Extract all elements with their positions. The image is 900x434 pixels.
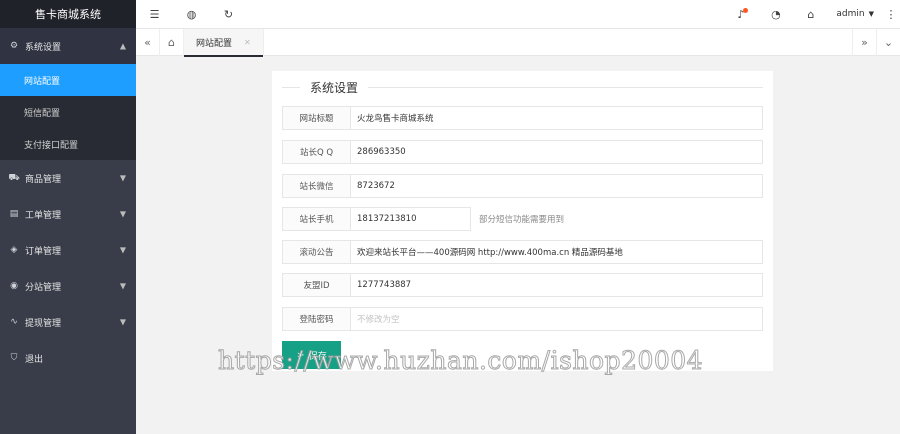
- form-row-announcement: 滚动公告 欢迎来站长平台——400源码网 http://www.400ma.cn…: [282, 240, 763, 264]
- menu-toggle-icon[interactable]: ☰: [136, 0, 173, 29]
- tab-bar-right: » ⌄: [852, 28, 900, 56]
- settings-card: 系统设置 网站标题 火龙鸟售卡商城系统 站长Q Q 286963350 站长微信…: [272, 71, 773, 371]
- globe-icon[interactable]: ◍: [173, 0, 210, 29]
- sidebar-item-sms-config[interactable]: 短信配置: [0, 96, 136, 128]
- ticket-icon: ▤: [9, 209, 19, 219]
- phone-hint: 部分短信功能需要用到: [479, 215, 565, 225]
- sidebar: 售卡商城系统 ⚙ 系统设置 ▲ 网站配置 短信配置 支付接口配置 ⛟ 商品管理 …: [0, 0, 136, 434]
- header-right: ♪ ◔ ⌂ admin ▼ ⋮: [723, 0, 900, 29]
- tabs-scroll-right-icon[interactable]: »: [852, 28, 876, 56]
- field-label: 登陆密码: [282, 307, 351, 331]
- field-label: 友盟ID: [282, 273, 351, 297]
- user-menu[interactable]: admin ▼: [828, 0, 882, 29]
- sidebar-group-tickets[interactable]: ▤ 工单管理 ▼: [0, 196, 136, 232]
- form-row-phone: 站长手机 18137213810 部分短信功能需要用到: [282, 207, 564, 231]
- chevron-up-icon: ▲: [119, 41, 126, 51]
- form-row-wechat: 站长微信 8723672: [282, 174, 763, 198]
- notification-dot: [743, 7, 749, 13]
- field-label: 站长Q Q: [282, 140, 351, 164]
- chevron-down-icon: ▼: [119, 245, 126, 255]
- chevron-down-icon: ▼: [119, 173, 126, 183]
- tag-icon[interactable]: ⌂: [793, 0, 828, 29]
- caret-down-icon: ▼: [868, 10, 874, 18]
- home-icon[interactable]: ⌂: [160, 28, 184, 56]
- sidebar-group-label: 分站管理: [25, 282, 62, 293]
- tabs-scroll-left-icon[interactable]: «: [136, 28, 160, 56]
- sidebar-group-substations[interactable]: ◉ 分站管理 ▼: [0, 268, 136, 304]
- sidebar-submenu-system: 网站配置 短信配置 支付接口配置: [0, 64, 136, 160]
- sidebar-item-label: 退出: [25, 354, 44, 365]
- cart-icon: ⛟: [8, 172, 20, 183]
- order-icon: ◈: [10, 245, 18, 255]
- chevron-down-icon: ▼: [119, 281, 126, 291]
- sidebar-group-label: 系统设置: [25, 42, 62, 53]
- watermark: https://www.huzhan.com/ishop20004: [217, 346, 704, 376]
- field-label: 滚动公告: [282, 240, 351, 264]
- fieldset-legend: 系统设置: [282, 77, 763, 97]
- tabs-dropdown-icon[interactable]: ⌄: [876, 28, 900, 56]
- field-label: 站长微信: [282, 174, 351, 198]
- sidebar-group-products[interactable]: ⛟ 商品管理 ▼: [0, 160, 136, 196]
- announcement-input[interactable]: 欢迎来站长平台——400源码网 http://www.400ma.cn 精品源码…: [351, 240, 763, 264]
- app: 售卡商城系统 ⚙ 系统设置 ▲ 网站配置 短信配置 支付接口配置 ⛟ 商品管理 …: [0, 0, 900, 434]
- sidebar-item-logout[interactable]: ⛉ 退出: [0, 340, 136, 376]
- close-icon[interactable]: ✕: [244, 38, 251, 47]
- dashboard-icon[interactable]: ◔: [758, 0, 793, 29]
- tab-bar: « ⌂ 网站配置 ✕ » ⌄: [136, 28, 900, 57]
- app-logo[interactable]: 售卡商城系统: [0, 0, 136, 28]
- top-header: ☰ ◍ ↻ ♪ ◔ ⌂ admin ▼ ⋮: [136, 0, 900, 29]
- umeng-id-input[interactable]: 1277743887: [351, 273, 763, 297]
- gear-icon: ⚙: [9, 41, 19, 51]
- logout-icon: ⛉: [10, 353, 18, 363]
- sidebar-group-label: 工单管理: [25, 210, 62, 221]
- sidebar-group-label: 订单管理: [25, 246, 62, 257]
- sidebar-item-payment-config[interactable]: 支付接口配置: [0, 128, 136, 160]
- phone-input[interactable]: 18137213810: [351, 207, 471, 231]
- more-vertical-icon[interactable]: ⋮: [882, 8, 900, 21]
- field-label: 网站标题: [282, 106, 351, 130]
- tab-site-config[interactable]: 网站配置 ✕: [184, 28, 264, 57]
- form-row-umeng-id: 友盟ID 1277743887: [282, 273, 763, 297]
- wechat-input[interactable]: 8723672: [351, 174, 763, 198]
- chevron-down-icon: ▼: [119, 317, 126, 327]
- form-row-password: 登陆密码 不修改为空: [282, 307, 763, 331]
- chevron-down-icon: ▼: [119, 209, 126, 219]
- site-title-input[interactable]: 火龙鸟售卡商城系统: [351, 106, 763, 130]
- legend-title: 系统设置: [310, 80, 359, 95]
- sidebar-group-label: 商品管理: [25, 174, 62, 185]
- sidebar-group-withdraw[interactable]: ∿ 提现管理 ▼: [0, 304, 136, 340]
- password-input[interactable]: 不修改为空: [351, 307, 763, 331]
- username: admin: [836, 9, 865, 19]
- refresh-icon[interactable]: ↻: [210, 0, 247, 29]
- sidebar-group-label: 提现管理: [25, 318, 62, 329]
- bell-icon[interactable]: ♪: [723, 0, 758, 29]
- withdraw-icon: ∿: [10, 317, 18, 327]
- sidebar-group-system[interactable]: ⚙ 系统设置 ▲: [0, 28, 136, 64]
- field-label: 站长手机: [282, 207, 351, 231]
- sidebar-group-orders[interactable]: ◈ 订单管理 ▼: [0, 232, 136, 268]
- site-icon: ◉: [10, 281, 18, 291]
- tab-label: 网站配置: [196, 38, 233, 49]
- form-row-site-title: 网站标题 火龙鸟售卡商城系统: [282, 106, 763, 130]
- qq-input[interactable]: 286963350: [351, 140, 763, 164]
- sidebar-item-site-config[interactable]: 网站配置: [0, 64, 136, 96]
- form-row-qq: 站长Q Q 286963350: [282, 140, 763, 164]
